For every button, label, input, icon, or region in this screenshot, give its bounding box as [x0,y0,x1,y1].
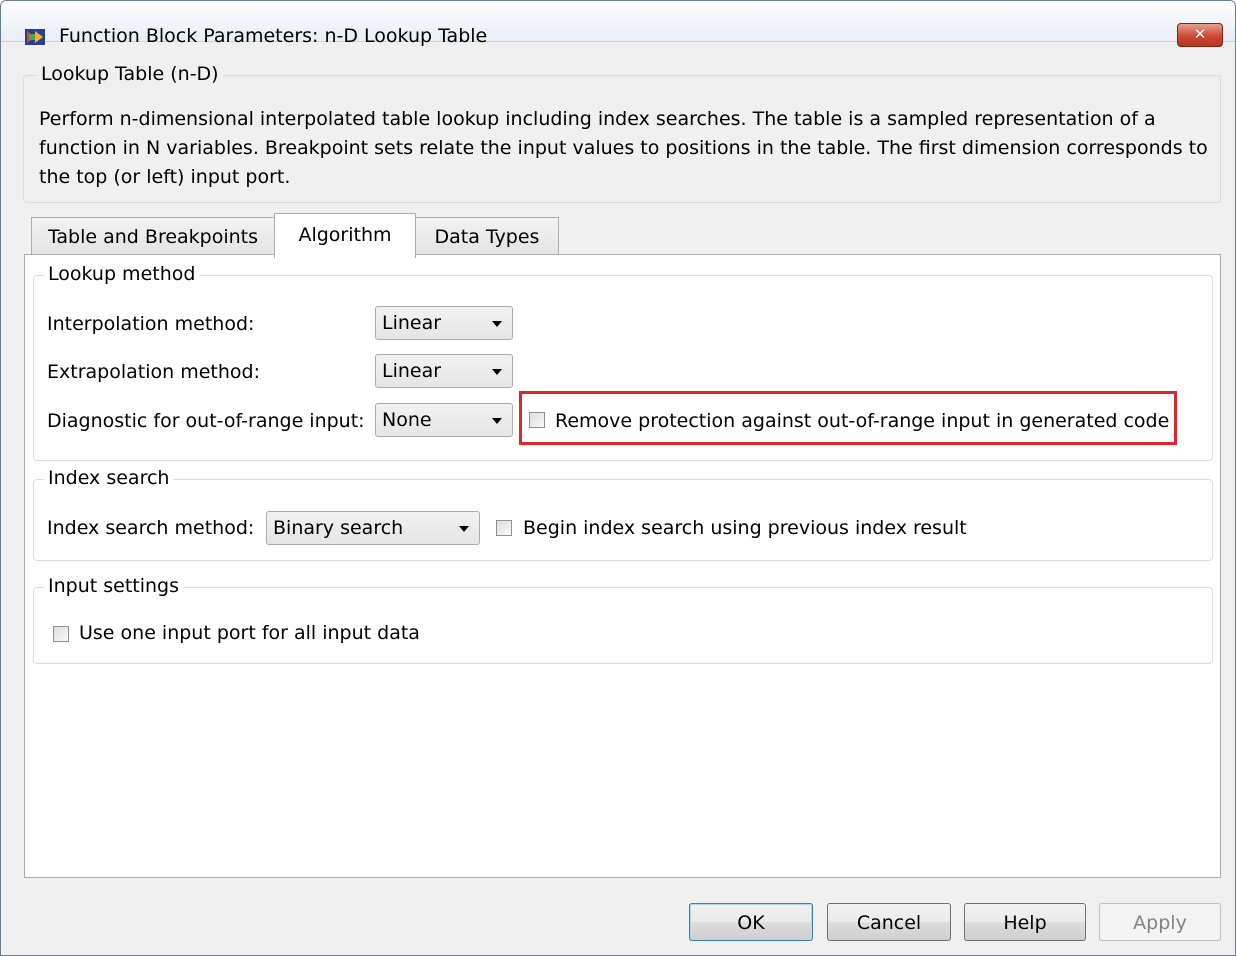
index-search-label: Index search [44,467,174,489]
begin-index-search-checkbox[interactable] [496,520,512,536]
chevron-down-icon [492,418,502,424]
window-title: Function Block Parameters: n-D Lookup Ta… [59,25,488,47]
tab-label: Data Types [434,226,540,248]
tab-label: Algorithm [298,224,392,246]
chevron-down-icon [492,321,502,327]
ok-button[interactable]: OK [689,903,813,941]
one-input-port-checkbox[interactable] [53,626,69,642]
remove-protection-label[interactable]: Remove protection against out-of-range i… [555,410,1169,432]
input-settings-label: Input settings [44,575,184,597]
index-search-method-label: Index search method: [47,517,255,539]
cancel-button[interactable]: Cancel [827,903,951,941]
tab-label: Table and Breakpoints [47,226,259,248]
chevron-down-icon [492,369,502,375]
block-description: Perform n-dimensional interpolated table… [39,108,1208,188]
index-search-method-value: Binary search [273,517,404,539]
one-input-port-label[interactable]: Use one input port for all input data [79,622,420,644]
help-button[interactable]: Help [964,903,1086,941]
tab-table-and-breakpoints[interactable]: Table and Breakpoints [31,217,275,256]
close-icon: ✕ [1193,25,1207,43]
tab-algorithm[interactable]: Algorithm [274,213,416,258]
close-button[interactable]: ✕ [1177,23,1223,47]
lookup-method-label: Lookup method [44,263,200,285]
begin-index-search-label[interactable]: Begin index search using previous index … [523,517,967,539]
diagnostic-out-of-range-value: None [382,409,432,431]
simulink-block-icon [25,29,45,45]
index-search-method-dropdown[interactable]: Binary search [266,511,480,545]
diagnostic-out-of-range-label: Diagnostic for out-of-range input: [47,410,365,432]
interpolation-method-label: Interpolation method: [47,313,255,335]
algorithm-panel: Lookup method Interpolation method: Line… [24,254,1221,878]
diagnostic-out-of-range-dropdown[interactable]: None [375,403,513,437]
apply-button[interactable]: Apply [1099,903,1221,941]
extrapolation-method-dropdown[interactable]: Linear [375,354,513,388]
tab-data-types[interactable]: Data Types [415,217,559,256]
extrapolation-method-label: Extrapolation method: [47,361,260,383]
chevron-down-icon [459,526,469,532]
extrapolation-method-value: Linear [382,360,442,382]
remove-protection-checkbox[interactable] [529,412,545,428]
interpolation-method-value: Linear [382,312,442,334]
title-bar[interactable]: Function Block Parameters: n-D Lookup Ta… [1,1,1235,47]
dialog-window: Function Block Parameters: n-D Lookup Ta… [0,0,1236,956]
block-group-label: Lookup Table (n-D) [37,63,223,85]
interpolation-method-dropdown[interactable]: Linear [375,306,513,340]
